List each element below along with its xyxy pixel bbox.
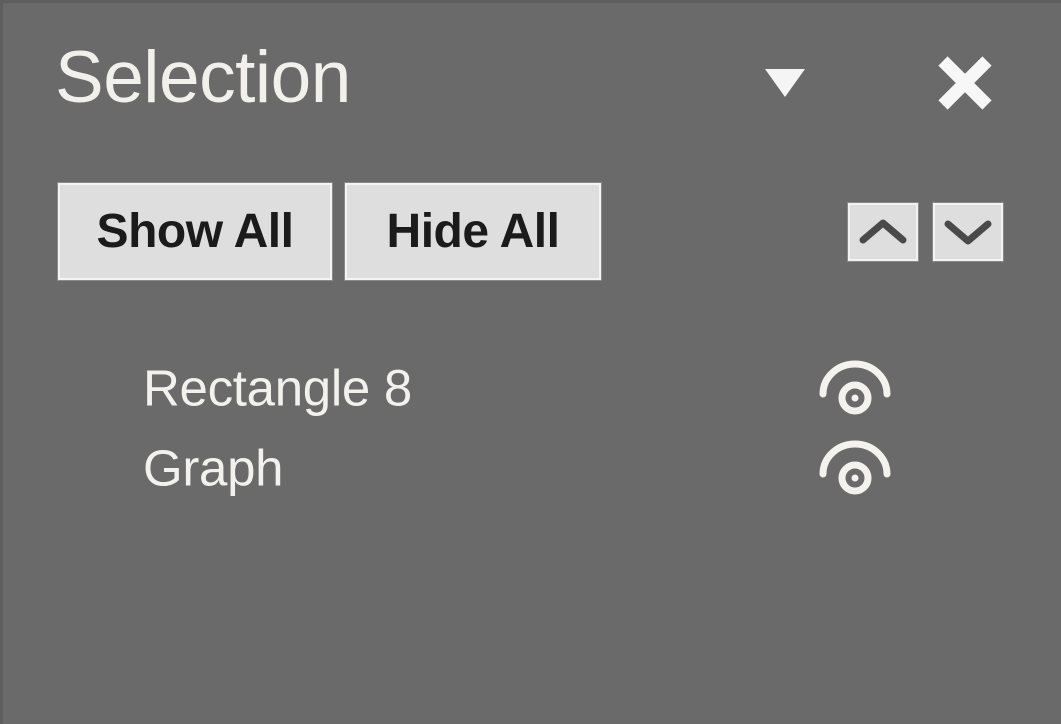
eye-visible-icon[interactable]: [815, 440, 895, 496]
list-item-label: Rectangle 8: [143, 359, 412, 417]
send-backward-button[interactable]: [932, 202, 1004, 262]
selection-pane-header: Selection: [3, 3, 1061, 163]
bring-forward-button[interactable]: [847, 202, 919, 262]
shape-list: Rectangle 8 Graph: [3, 348, 1061, 508]
list-item[interactable]: Rectangle 8: [3, 348, 1061, 428]
close-icon[interactable]: [931, 51, 997, 117]
chevron-up-icon: [857, 215, 909, 249]
eye-visible-icon[interactable]: [815, 360, 895, 416]
show-all-button[interactable]: Show All: [57, 182, 333, 281]
list-item[interactable]: Graph: [3, 428, 1061, 508]
caret-down-icon[interactable]: [763, 65, 807, 101]
chevron-down-icon: [942, 215, 994, 249]
selection-pane: Selection Show All Hide All Rectangle 8 …: [0, 0, 1061, 724]
reorder-button-group: [847, 202, 1004, 262]
page-title: Selection: [55, 37, 351, 118]
hide-all-button[interactable]: Hide All: [344, 182, 602, 281]
list-item-label: Graph: [143, 439, 284, 497]
